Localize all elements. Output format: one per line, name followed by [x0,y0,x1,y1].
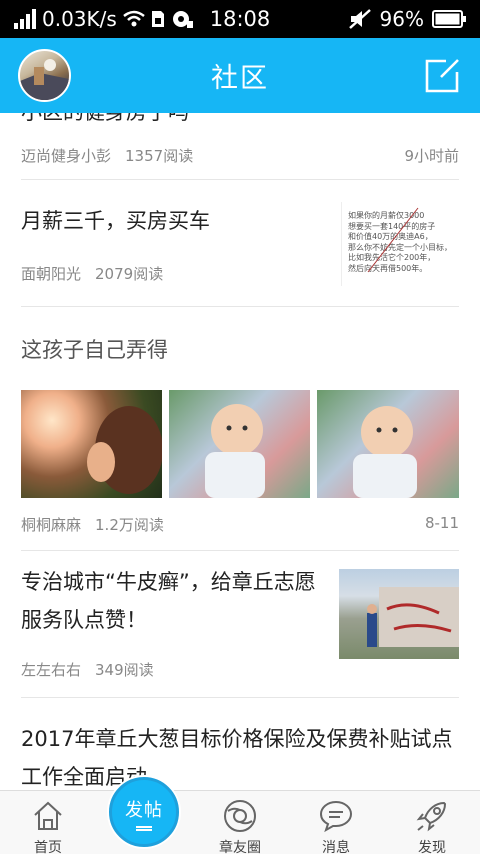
message-icon [319,800,353,833]
post-reads: 1357阅读 [125,147,194,165]
post-item[interactable]: 2017年章丘大葱目标价格保险及保费补贴试点工作全面启动 [21,698,459,790]
page-title: 社区 [211,63,269,94]
sync-icon [172,11,193,28]
nav-label: 首页 [34,840,62,854]
battery-icon [432,10,466,28]
menu-lines-icon [136,826,152,831]
post-item[interactable]: 小区的健身房了吗 迈尚健身小彭 1357阅读 9小时前 [21,113,459,180]
post-title: 月薪三千，买房买车 [21,209,210,233]
post-title: 这孩子自己弄得 [21,338,168,362]
nav-circle[interactable]: 章友圈 [192,791,288,854]
nav-discover[interactable]: 发现 [384,791,480,854]
post-author: 迈尚健身小彭 [21,147,112,165]
post-reads: 2079阅读 [95,265,164,283]
nav-messages[interactable]: 消息 [288,791,384,854]
post-item[interactable]: 月薪三千，买房买车 面朝阳光 2079阅读 如果你的月薪仅3000 想要买一套1… [21,180,459,307]
gallery-image[interactable] [21,390,162,498]
wifi-icon [123,10,145,27]
post-time: 8-11 [424,514,459,532]
post-item[interactable]: 专治城市“牛皮癣”，给章丘志愿服务队点赞！ 左左右右 349阅读 [21,551,459,698]
battery-percent: 96% [379,7,424,31]
rocket-icon [416,801,447,832]
post-feed[interactable]: 小区的健身房了吗 迈尚健身小彭 1357阅读 9小时前 月薪三千，买房买车 面朝… [0,113,480,790]
image-gallery [21,390,459,498]
mute-icon [348,9,371,29]
post-time: 9小时前 [404,147,459,165]
gallery-image[interactable] [169,390,310,498]
nav-label: 章友圈 [219,840,261,854]
post-title: 专治城市“牛皮癣”，给章丘志愿服务队点赞！ [21,570,316,632]
post-title: 2017年章丘大葱目标价格保险及保费补贴试点工作全面启动 [21,727,453,789]
post-author: 桐桐麻麻 [21,516,82,534]
pen-stroke-icon [367,207,419,273]
post-item[interactable]: 这孩子自己弄得 桐桐麻麻 1.2万阅读 8-11 [21,307,459,551]
compose-icon[interactable] [424,58,460,94]
sim-icon [151,11,164,27]
post-title: 小区的健身房了吗 [21,113,189,131]
post-author: 左左右右 [21,661,82,679]
new-post-label: 发帖 [125,800,163,821]
status-bar: 0.03K/s 18:08 96% [0,0,480,38]
post-thumbnail [339,569,459,659]
new-post-button[interactable]: 发帖 [109,777,179,847]
user-avatar[interactable] [18,49,71,102]
post-author: 面朝阳光 [21,265,82,283]
bottom-nav: 首页 章友圈 消息 发现 [0,790,480,854]
post-reads: 349阅读 [95,661,154,679]
gallery-image[interactable] [317,390,459,498]
nav-label: 消息 [322,840,350,854]
nav-label: 发现 [418,840,446,854]
circle-icon [224,800,256,832]
nav-home[interactable]: 首页 [0,791,96,854]
home-icon [34,801,62,830]
post-thumbnail: 如果你的月薪仅3000 想要买一套140平的房子 和价值40万的奥迪A6， 那么… [341,202,459,286]
signal-icon [14,9,36,29]
app-header: 社区 [0,38,480,113]
net-speed: 0.03K/s [42,7,117,31]
post-reads: 1.2万阅读 [95,516,164,534]
